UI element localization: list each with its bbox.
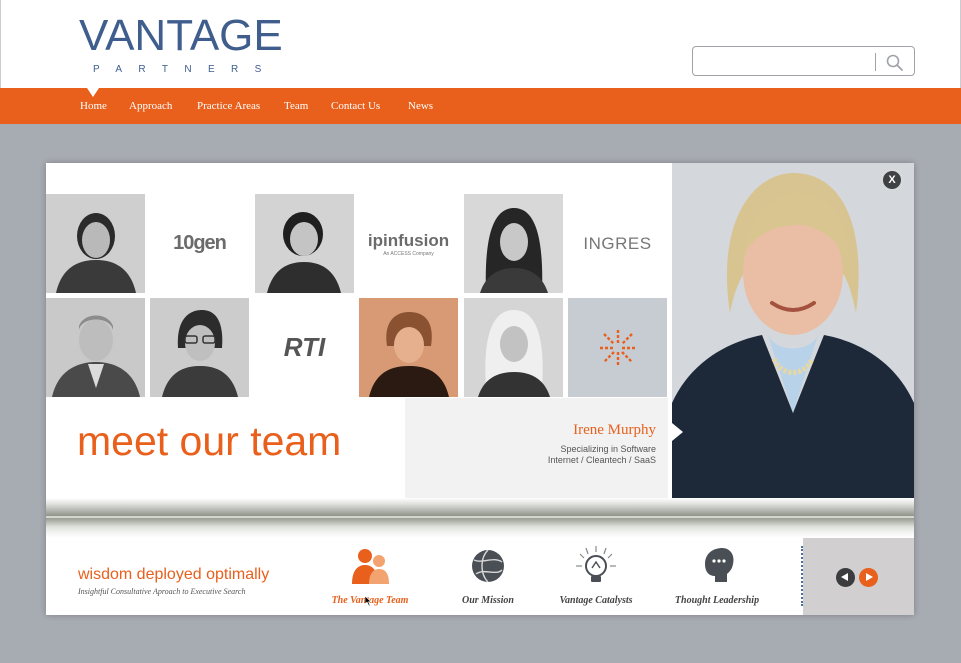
metallic-divider (46, 498, 914, 538)
globe-icon (472, 549, 504, 583)
featured-person-photo (672, 163, 914, 498)
site-header: VANTAGE PARTNERS (0, 0, 961, 88)
team-icon (352, 549, 389, 584)
speech-head-icon (705, 548, 734, 582)
tab-our-mission[interactable]: Our Mission (443, 546, 533, 612)
search-box (692, 46, 915, 76)
logo-ingres-text: INGRES (583, 233, 652, 253)
client-logo-rti[interactable]: RTI (255, 298, 354, 397)
person-portrait-icon (255, 194, 354, 293)
team-member-photo[interactable] (150, 298, 249, 397)
featured-person-card: Irene Murphy Specializing in Software In… (405, 398, 668, 498)
client-logo-starburst[interactable] (568, 298, 667, 397)
carousel-controls (803, 538, 914, 615)
logo-subword: PARTNERS (93, 64, 278, 75)
nav-item-practice-areas[interactable]: Practice Areas (197, 100, 260, 112)
team-member-photo[interactable] (46, 298, 145, 397)
tab-thought-leadership[interactable]: Thought Leadership (664, 546, 770, 612)
logo-10gen-text: 10gen (173, 232, 227, 254)
person-portrait-icon (464, 194, 563, 293)
selection-arrow (672, 423, 683, 441)
person-portrait-icon (672, 163, 914, 498)
vantage-logo[interactable]: VANTAGE PARTNERS (79, 11, 283, 76)
tab-label: Our Mission (462, 595, 514, 606)
nav-item-approach[interactable]: Approach (129, 100, 172, 112)
metallic-highlight (46, 516, 914, 518)
search-icon[interactable] (885, 53, 905, 73)
team-member-photo-active[interactable] (359, 298, 458, 397)
sub-tagline: Insightful Consultative Aproach to Execu… (78, 587, 246, 596)
person-portrait-icon (464, 298, 563, 397)
tab-label: Thought Leadership (674, 595, 760, 606)
nav-item-news[interactable]: News (408, 100, 433, 112)
lightbulb-icon (576, 546, 616, 582)
tab-vantage-catalysts[interactable]: Vantage Catalysts (548, 546, 644, 612)
client-logo-10gen[interactable]: 10gen (150, 194, 249, 293)
starburst-logo-icon (599, 329, 636, 366)
meet-team-panel: meet our team (46, 398, 405, 498)
client-logo-ingres[interactable]: INGRES (568, 194, 667, 293)
previous-button[interactable] (836, 568, 855, 587)
team-modal: 10gen ipinfusion An ACCESS Company INGRE… (46, 163, 914, 615)
meet-team-heading: meet our team (77, 418, 342, 464)
team-member-photo[interactable] (464, 194, 563, 293)
logo-ipinfusion-text: ipinfusion (367, 230, 450, 250)
team-member-photo[interactable] (46, 194, 145, 293)
mouse-cursor-icon (365, 596, 372, 606)
person-sectors: Internet / Cleantech / SaaS (547, 455, 656, 465)
client-logo-ipinfusion[interactable]: ipinfusion An ACCESS Company (359, 194, 458, 293)
person-portrait-icon (46, 194, 145, 293)
next-button[interactable] (859, 568, 878, 587)
modal-footer: wisdom deployed optimally Insightful Con… (46, 538, 914, 615)
logo-rti-text: RTI (283, 332, 326, 362)
close-button[interactable]: X (881, 169, 903, 191)
nav-item-home[interactable]: Home (80, 100, 107, 112)
tagline: wisdom deployed optimally (78, 566, 270, 583)
team-member-photo[interactable] (255, 194, 354, 293)
team-member-photo[interactable] (464, 298, 563, 397)
search-input[interactable] (699, 51, 869, 71)
active-nav-pointer (87, 88, 99, 97)
person-portrait-icon (359, 298, 458, 397)
person-specialty: Specializing in Software (560, 444, 656, 454)
nav-item-team[interactable]: Team (284, 100, 308, 112)
logo-ipinfusion-subtext: An ACCESS Company (383, 250, 434, 257)
person-portrait-icon (46, 298, 145, 397)
person-portrait-icon (150, 298, 249, 397)
nav-item-contact-us[interactable]: Contact Us (331, 100, 380, 112)
search-divider (875, 53, 876, 71)
person-name[interactable]: Irene Murphy (573, 422, 656, 439)
logo-wordmark: VANTAGE (79, 11, 283, 60)
main-nav: Home Approach Practice Areas Team Contac… (0, 88, 961, 124)
tab-label: Vantage Catalysts (559, 595, 633, 606)
